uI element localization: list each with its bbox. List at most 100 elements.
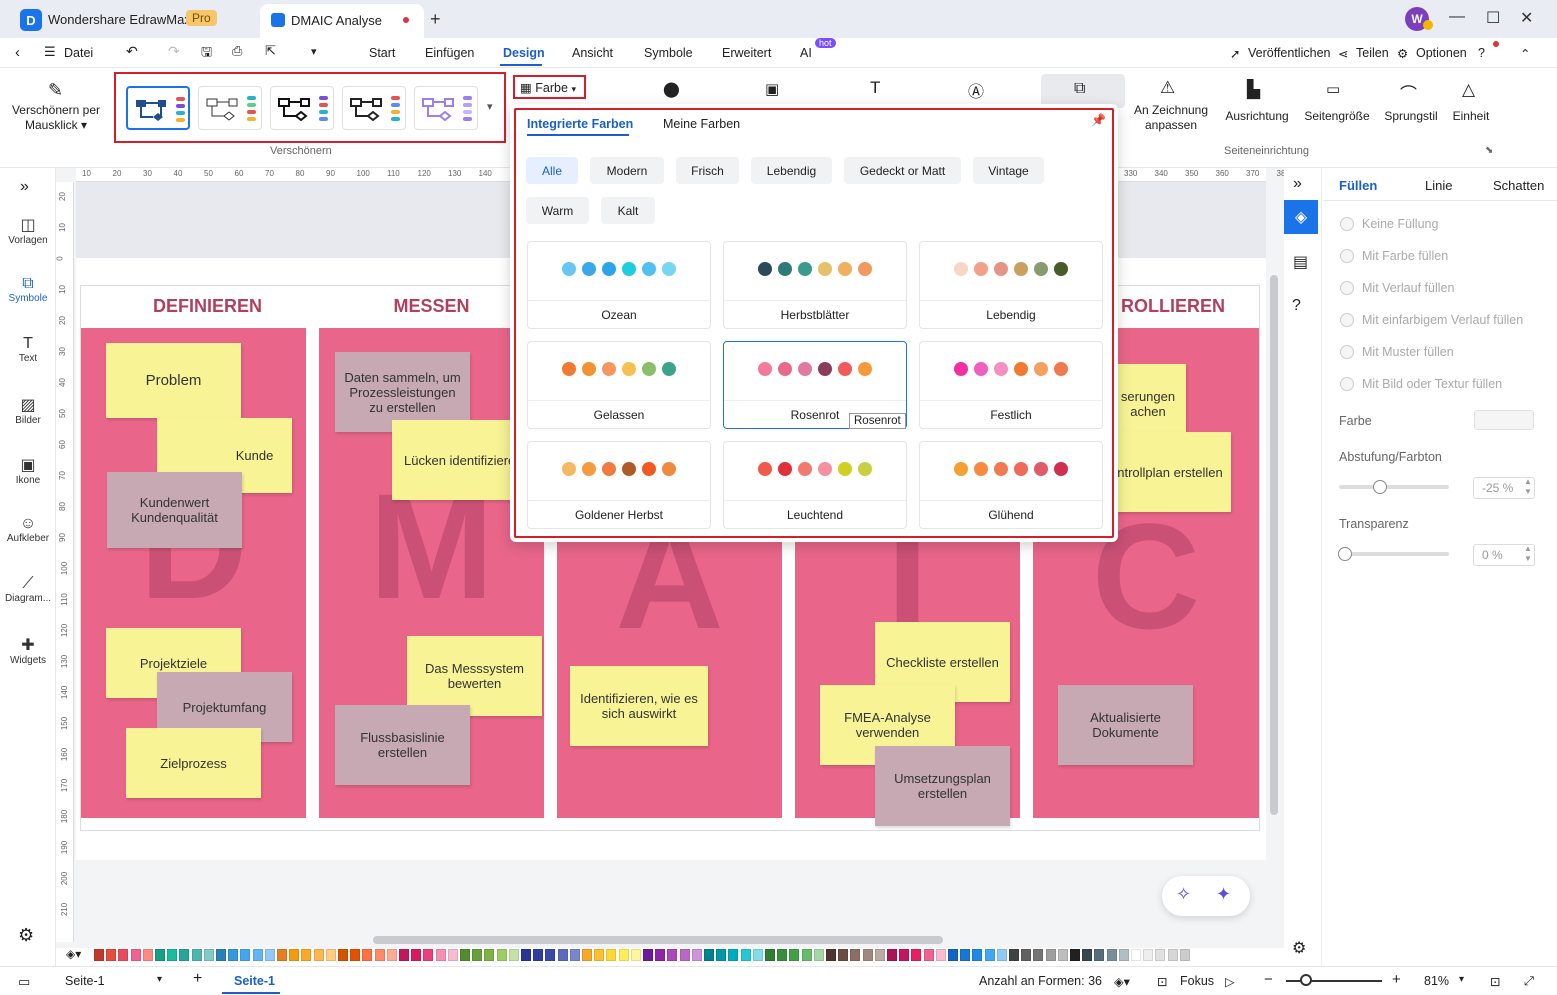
palette-swatch[interactable]	[447, 949, 458, 961]
palette-swatch[interactable]	[984, 949, 995, 961]
fit-to-drawing-button[interactable]: An Zeichnung anpassen	[1130, 103, 1212, 133]
menu-start[interactable]: Start	[369, 46, 395, 60]
palette-swatch[interactable]	[325, 949, 336, 961]
palette-swatch[interactable]	[569, 949, 580, 961]
expand-sidebar-icon[interactable]: »	[20, 178, 29, 196]
styles-more-icon[interactable]: ▾	[487, 100, 493, 113]
fill-bucket-icon[interactable]: ◈	[1284, 200, 1318, 234]
palette-swatch[interactable]	[887, 949, 897, 961]
sticky-note-problem[interactable]: Problem	[106, 343, 241, 418]
beautify-one-click-button[interactable]: Verschönern per Mausklick ▾	[10, 103, 102, 133]
palette-swatch[interactable]	[94, 949, 104, 961]
vertical-scrollbar[interactable]	[1270, 275, 1278, 815]
palette-swatch[interactable]	[691, 949, 702, 961]
back-arrow-icon[interactable]: ‹	[15, 44, 20, 61]
palette-swatch[interactable]	[1155, 949, 1166, 961]
palette-swatch[interactable]	[801, 949, 812, 961]
focus-button[interactable]: Fokus	[1180, 974, 1214, 988]
palette-swatch[interactable]	[106, 949, 117, 961]
palette-swatch[interactable]	[630, 949, 641, 961]
export-icon[interactable]: ⇱	[265, 43, 276, 59]
fill-option-pattern[interactable]: Mit Muster füllen	[1340, 345, 1454, 359]
tab-line[interactable]: Linie	[1425, 178, 1452, 193]
palette-swatch[interactable]	[142, 949, 153, 961]
beautify-style-4[interactable]	[342, 86, 406, 130]
panel-settings-icon[interactable]: ⚙	[1292, 938, 1306, 958]
publish-icon[interactable]: ➚	[1230, 46, 1240, 61]
palette-swatch[interactable]	[948, 949, 958, 961]
palette-swatch[interactable]	[484, 949, 495, 961]
palette-swatch[interactable]	[521, 949, 531, 961]
palette-swatch[interactable]	[1082, 949, 1093, 961]
fill-option-image[interactable]: Mit Bild oder Textur füllen	[1340, 377, 1502, 391]
page-list-toggle-icon[interactable]: ▭	[18, 974, 30, 990]
palette-swatch[interactable]	[338, 949, 348, 961]
palette-swatch[interactable]	[1094, 949, 1105, 961]
palette-swatch[interactable]	[618, 949, 629, 961]
palette-swatch[interactable]	[838, 949, 849, 961]
fill-option-none[interactable]: Keine Füllung	[1340, 217, 1438, 231]
transparency-slider-thumb[interactable]	[1337, 547, 1352, 561]
sticky-note-flussbasislinie[interactable]: Flussbasislinie erstellen	[335, 705, 470, 785]
palette-swatch[interactable]	[1070, 949, 1080, 961]
palette-swatch[interactable]	[935, 949, 946, 961]
tab-fill[interactable]: Füllen	[1339, 178, 1377, 193]
palette-swatch[interactable]	[252, 949, 263, 961]
fill-option-solid[interactable]: Mit Farbe füllen	[1340, 249, 1448, 263]
print-icon[interactable]: ⎙	[232, 43, 242, 59]
palette-swatch[interactable]	[960, 949, 971, 961]
orientation-button[interactable]: Ausrichtung	[1220, 109, 1294, 124]
palette-swatch[interactable]	[1131, 949, 1141, 961]
palette-swatch[interactable]	[130, 949, 141, 961]
share-icon[interactable]: ⋖	[1338, 46, 1348, 61]
palette-swatch[interactable]	[679, 949, 690, 961]
color-dropdown-button[interactable]: ▦ Farbe ▾	[520, 80, 576, 95]
font-icon[interactable]: T	[870, 78, 880, 98]
transparency-slider[interactable]	[1339, 552, 1449, 556]
palette-swatch[interactable]	[594, 949, 605, 961]
palette-swatch[interactable]	[1118, 949, 1129, 961]
palette-swatch[interactable]	[179, 949, 190, 961]
sidebar-item-widgets[interactable]: ✚ Widgets	[0, 635, 56, 666]
palette-swatch[interactable]	[1106, 949, 1117, 961]
palette-swatch[interactable]	[423, 949, 434, 961]
maximize-icon[interactable]: ☐	[1486, 8, 1500, 28]
palette-swatch[interactable]	[606, 949, 617, 961]
sticky-note-messsystem[interactable]: Das Messsystem bewerten	[407, 636, 542, 716]
palette-swatch[interactable]	[460, 949, 470, 961]
menu-insert[interactable]: Einfügen	[425, 46, 474, 60]
palette-swatch[interactable]	[752, 949, 763, 961]
palette-swatch[interactable]	[862, 949, 873, 961]
palette-swatch[interactable]	[1009, 949, 1019, 961]
palette-swatch[interactable]	[655, 949, 666, 961]
palette-swatch[interactable]	[301, 949, 312, 961]
fill-picker-icon[interactable]: ◈▾	[66, 947, 81, 961]
pro-badge[interactable]: Pro	[186, 10, 217, 26]
fit-to-window-icon[interactable]: ⊡	[1490, 974, 1500, 989]
zoom-dropdown-icon[interactable]: ▾	[1459, 974, 1464, 985]
menu-symbols[interactable]: Symbole	[644, 46, 693, 60]
fill-option-mono-gradient[interactable]: Mit einfarbigem Verlauf füllen	[1340, 313, 1523, 327]
minimize-icon[interactable]: —	[1449, 8, 1465, 26]
sidebar-item-icons[interactable]: ▣ Ikone	[0, 455, 56, 486]
focus-icon[interactable]: ⊡	[1157, 974, 1167, 989]
theme-fill-icon[interactable]: ⬤	[663, 80, 680, 98]
palette-swatch[interactable]	[545, 949, 556, 961]
palette-swatch[interactable]	[874, 949, 885, 961]
zoom-slider-thumb[interactable]	[1300, 974, 1312, 986]
jump-style-button[interactable]: Sprungstil	[1378, 109, 1444, 124]
palette-swatch[interactable]	[118, 949, 129, 961]
shade-stepper-icon[interactable]: ▲ ▼	[1524, 477, 1532, 497]
palette-swatch[interactable]	[167, 949, 178, 961]
palette-swatch[interactable]	[289, 949, 300, 961]
collapse-panel-icon[interactable]: »	[1293, 175, 1302, 193]
redo-icon[interactable]: ↷	[168, 43, 180, 60]
palette-swatch[interactable]	[508, 949, 519, 961]
palette-swatch[interactable]	[191, 949, 202, 961]
palette-swatch[interactable]	[899, 949, 910, 961]
palette-swatch[interactable]	[277, 949, 287, 961]
palette-swatch[interactable]	[777, 949, 788, 961]
fit-page-icon[interactable]: ⧉	[1074, 80, 1085, 98]
palette-swatch[interactable]	[850, 949, 861, 961]
palette-swatch[interactable]	[643, 949, 653, 961]
